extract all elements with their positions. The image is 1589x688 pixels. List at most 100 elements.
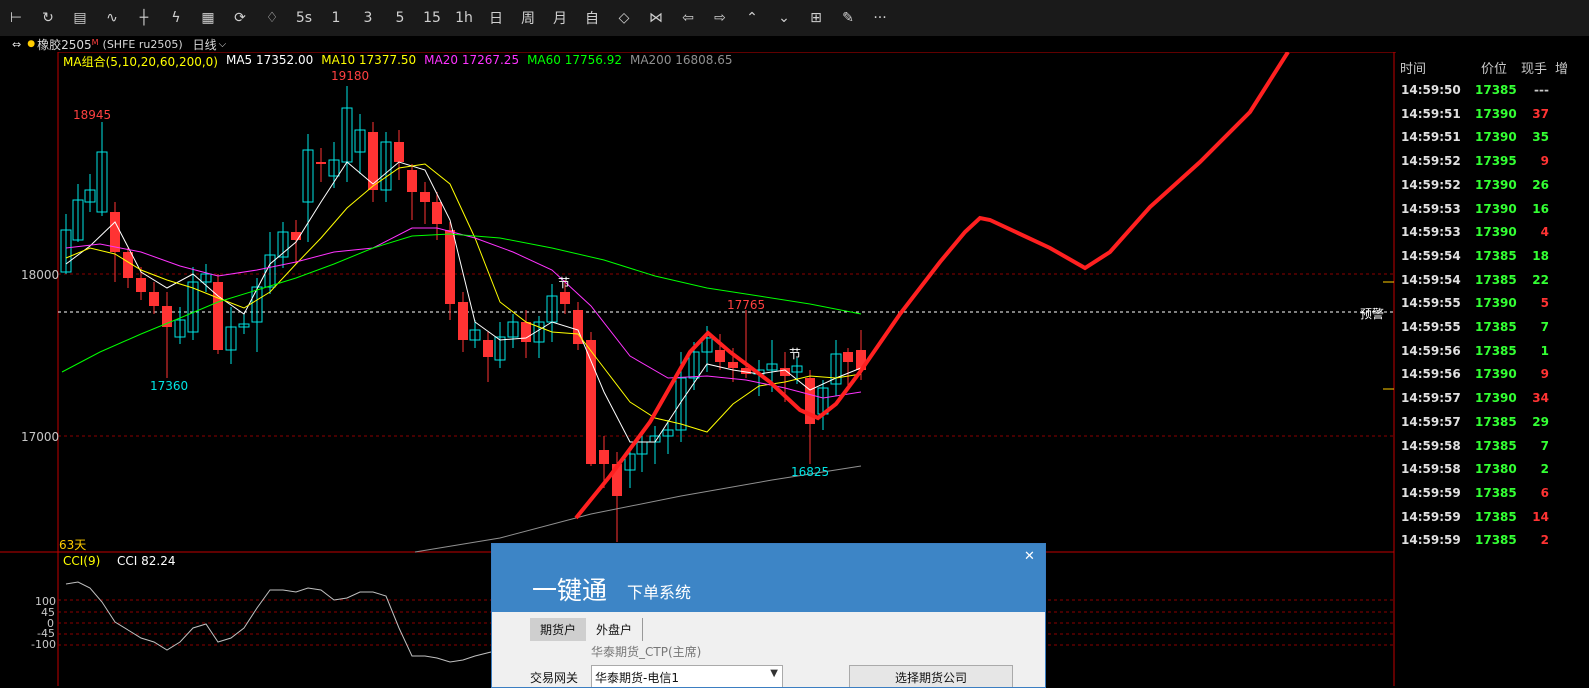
tick-row: 14:59:51 17390 37: [1399, 103, 1589, 127]
symbol-name[interactable]: 橡胶2505: [37, 36, 92, 53]
tick-volume: ---: [1534, 83, 1549, 97]
dialog-header: 一键通 下单系统 ✕: [492, 544, 1045, 612]
candle-icon[interactable]: ┼: [128, 0, 160, 36]
tick-time: 14:59:57: [1401, 391, 1461, 406]
chevron-down-icon[interactable]: ⌄: [768, 0, 800, 36]
period-button[interactable]: 1: [320, 0, 352, 36]
tick-price: 17385: [1475, 485, 1517, 500]
dialog-title: 一键通: [532, 576, 608, 605]
tick-row: 14:59:52 17390 26: [1399, 174, 1589, 198]
tick-panel: 时间 价位 现手 增 14:59:50 17385 --- 14:59:51 17390…: [1399, 53, 1589, 686]
candle-body: [458, 302, 468, 340]
tick-header-time: 时间: [1400, 62, 1427, 77]
tick-volume: 1: [1540, 343, 1549, 358]
tick-time: 14:59:56: [1401, 367, 1461, 382]
alert-label[interactable]: 预警: [1360, 305, 1384, 322]
analysis-icon[interactable]: ϟ: [160, 0, 192, 36]
cci-title[interactable]: CCI(9): [63, 554, 100, 568]
low-label-right: 16825: [791, 465, 830, 479]
tab-futures-account[interactable]: 期货户: [530, 618, 587, 641]
price-axis-label: 17000: [21, 430, 60, 444]
select-broker-label: 选择期货公司: [894, 671, 967, 685]
period-select[interactable]: 日线: [193, 36, 217, 53]
chevron-down-icon[interactable]: ▼: [770, 668, 778, 679]
chevron-up-icon[interactable]: ⌃: [736, 0, 768, 36]
candle-body: [316, 162, 326, 164]
select-broker-button[interactable]: 选择期货公司: [849, 665, 1013, 687]
period-button[interactable]: 3: [352, 0, 384, 36]
tick-time: 14:59:59: [1401, 509, 1461, 524]
period-button[interactable]: 周: [512, 0, 544, 36]
holiday-mark: 节: [558, 276, 571, 290]
toolbar: ⊢ ↻ ▤ ∿ ┼ ϟ ▦ ⟳ ♢ 5s 1 3 5 15 1h 日周月自 ◇ ⋈ ⇦ ⇨ ⌃ ⌄ ⊞ ✎ ···: [0, 0, 1589, 36]
tick-row: 14:59:59 17385 2: [1399, 529, 1589, 553]
zoom-out-icon[interactable]: ⋈: [640, 0, 672, 36]
link-icon[interactable]: ⇔: [12, 38, 21, 51]
tab-foreign-account[interactable]: 外盘户: [586, 618, 644, 641]
tick-time: 14:59:58: [1401, 462, 1461, 477]
tick-volume: 29: [1532, 414, 1549, 429]
candle-body: [123, 252, 133, 278]
arrow-right-icon[interactable]: ⇨: [704, 0, 736, 36]
period-button[interactable]: 5: [384, 0, 416, 36]
tick-price: 17385: [1475, 320, 1517, 334]
symbol-code: (SHFE ru2505): [102, 37, 183, 51]
refresh-icon[interactable]: ↻: [32, 0, 64, 36]
sync-icon[interactable]: ⟳: [224, 0, 256, 36]
tick-time: 14:59:58: [1401, 438, 1461, 453]
list-icon[interactable]: ▤: [64, 0, 96, 36]
tick-volume: 37: [1532, 106, 1549, 121]
back-icon[interactable]: ⊢: [0, 0, 32, 36]
tick-volume: 16: [1532, 201, 1549, 216]
line-chart-icon[interactable]: ∿: [96, 0, 128, 36]
candle-body: [599, 450, 609, 464]
tick-price: 17390: [1475, 177, 1517, 192]
symbol-bar: ⇔ ● 橡胶2505 M (SHFE ru2505) 日线 ⌵: [0, 36, 1589, 52]
tick-volume: 7: [1540, 438, 1549, 453]
mid-high-label: 17765: [727, 298, 766, 312]
tick-volume: 2: [1540, 533, 1549, 548]
tick-header-price: 价位: [1481, 62, 1508, 77]
tick-price: 17390: [1475, 106, 1517, 121]
period-button[interactable]: 自: [576, 0, 608, 36]
tick-time: 14:59:59: [1401, 485, 1461, 500]
period-button[interactable]: 1h: [448, 0, 480, 36]
holiday-mark: 节: [789, 347, 802, 361]
period-button[interactable]: 15: [416, 0, 448, 36]
ma-group-label[interactable]: MA组合(5,10,20,60,200,0): [63, 53, 218, 70]
candle-body: [483, 340, 493, 357]
tick-price: 17390: [1475, 367, 1517, 382]
tick-time: 14:59:54: [1401, 248, 1461, 263]
tick-row: 14:59:56 17385 1: [1399, 340, 1589, 364]
period-button[interactable]: 日: [480, 0, 512, 36]
tick-header-volume: 现手: [1521, 62, 1548, 77]
zoom-in-icon[interactable]: ◇: [608, 0, 640, 36]
draw-icon[interactable]: ✎: [832, 0, 864, 36]
ma200-value: MA200 16808.65: [629, 53, 733, 67]
gateway-label: 交易网关: [530, 671, 579, 685]
cci-value: CCI 82.24: [117, 554, 176, 568]
arrow-left-icon[interactable]: ⇦: [672, 0, 704, 36]
ma10-value: MA10 17377.50: [321, 53, 417, 67]
candle-body: [149, 292, 159, 306]
table-icon[interactable]: ▦: [192, 0, 224, 36]
candle-body: [521, 322, 531, 342]
tick-price: 17385: [1475, 509, 1517, 524]
chevron-down-icon[interactable]: ⌵: [219, 39, 227, 50]
bell-icon[interactable]: ♢: [256, 0, 288, 36]
period-button[interactable]: 月: [544, 0, 576, 36]
tick-price: 17385: [1475, 343, 1517, 358]
tick-volume: 5: [1540, 296, 1549, 311]
candle-body: [432, 202, 442, 224]
crosshair-icon[interactable]: ⊞: [800, 0, 832, 36]
candle-body: [780, 368, 790, 376]
tick-row: 14:59:53 17390 16: [1399, 198, 1589, 222]
close-icon[interactable]: ✕: [1024, 549, 1035, 564]
high-label-top: 19180: [331, 69, 370, 83]
ma-legend: MA组合(5,10,20,60,200,0) MA5 17352.00 MA10…: [63, 53, 733, 70]
gateway-select[interactable]: 华泰期货-电信1 ▼: [591, 665, 783, 687]
tick-row: 14:59:56 17390 9: [1399, 363, 1589, 387]
more-icon[interactable]: ···: [864, 0, 896, 36]
drawn-trend-line: [574, 52, 1290, 520]
period-button[interactable]: 5s: [288, 0, 320, 36]
